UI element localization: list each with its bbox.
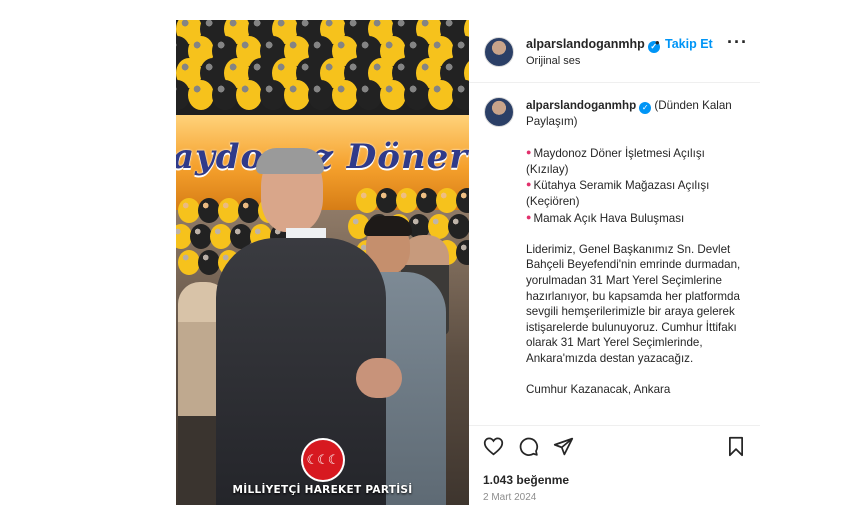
comment-icon[interactable] [518, 436, 539, 462]
balloon [436, 188, 458, 214]
balloon [188, 80, 214, 110]
balloon [308, 80, 334, 110]
post-media-video[interactable]: aydonoz Döner ☾☾☾ MİLLİYETÇİ HAREKET PAR… [176, 20, 469, 505]
balloon [380, 80, 406, 110]
caption-bullet: ● Maydonoz Döner İşletmesi Açılışı (Kızıl… [526, 147, 705, 176]
pin-icon: ● [526, 179, 532, 190]
balloon-garland [176, 20, 469, 120]
post-header: alparslandoganmhp ✓ • Takip Et ··· Orijin… [469, 20, 760, 83]
separator-dot: • [655, 35, 660, 50]
mhp-logo: ☾☾☾ [302, 440, 343, 480]
balloon [260, 80, 286, 110]
balloon [332, 80, 358, 110]
pin-icon: ● [526, 211, 532, 222]
post-date[interactable]: 2 Mart 2024 [483, 492, 536, 503]
more-options-icon[interactable]: ··· [727, 32, 748, 53]
post-actions: 1.043 beğenme 2 Mart 2024 [469, 425, 760, 506]
post-caption: alparslandoganmhp ✓ (Dünden Kalan Paylaşı… [526, 98, 746, 398]
balloon [456, 240, 469, 266]
bookmark-icon[interactable] [727, 436, 745, 462]
caption-scroll-area[interactable]: alparslandoganmhp ✓ (Dünden Kalan Paylaşı… [469, 83, 760, 425]
heart-icon[interactable] [483, 436, 504, 461]
caption-body: Liderimiz, Genel Başkanımız Sn. Devlet B… [526, 242, 741, 365]
balloon [236, 80, 262, 110]
balloon [212, 80, 238, 110]
avatar[interactable] [484, 37, 514, 67]
follow-button[interactable]: Takip Et [665, 37, 713, 51]
balloon [404, 80, 430, 110]
balloon [452, 80, 469, 110]
pin-icon: ● [526, 147, 532, 158]
balloon [456, 188, 469, 214]
username-link[interactable]: alparslandoganmhp [526, 37, 645, 51]
party-name-text: MİLLİYETÇİ HAREKET PARTİSİ [232, 484, 413, 496]
balloon [416, 188, 438, 214]
post-sidebar: alparslandoganmhp ✓ • Takip Et ··· Orijin… [469, 20, 760, 505]
caption-bullet: ● Mamak Açık Hava Buluşması [526, 211, 685, 225]
balloon [284, 80, 310, 110]
audio-label[interactable]: Orijinal ses [526, 55, 580, 67]
balloon [448, 214, 469, 240]
likes-count[interactable]: 1.043 beğenme [483, 473, 569, 487]
share-icon[interactable] [553, 436, 574, 462]
balloon [178, 250, 200, 276]
caption-closing: Cumhur Kazanacak, Ankara [526, 383, 671, 397]
caption-bullet: ● Kütahya Seramik Mağazası Açılışı (Keçiö… [526, 179, 710, 208]
balloon [190, 224, 212, 250]
header-username[interactable]: alparslandoganmhp ✓ [526, 37, 660, 53]
caption-username[interactable]: alparslandoganmhp [526, 99, 636, 112]
balloon [428, 80, 454, 110]
instagram-post: aydonoz Döner ☾☾☾ MİLLİYETÇİ HAREKET PAR… [176, 20, 760, 505]
balloon [178, 198, 200, 224]
balloon [356, 80, 382, 110]
balloon [396, 188, 418, 214]
party-logo-block: ☾☾☾ MİLLİYETÇİ HAREKET PARTİSİ [176, 440, 469, 505]
caption-avatar[interactable] [484, 97, 514, 127]
verified-badge-icon: ✓ [639, 102, 652, 114]
